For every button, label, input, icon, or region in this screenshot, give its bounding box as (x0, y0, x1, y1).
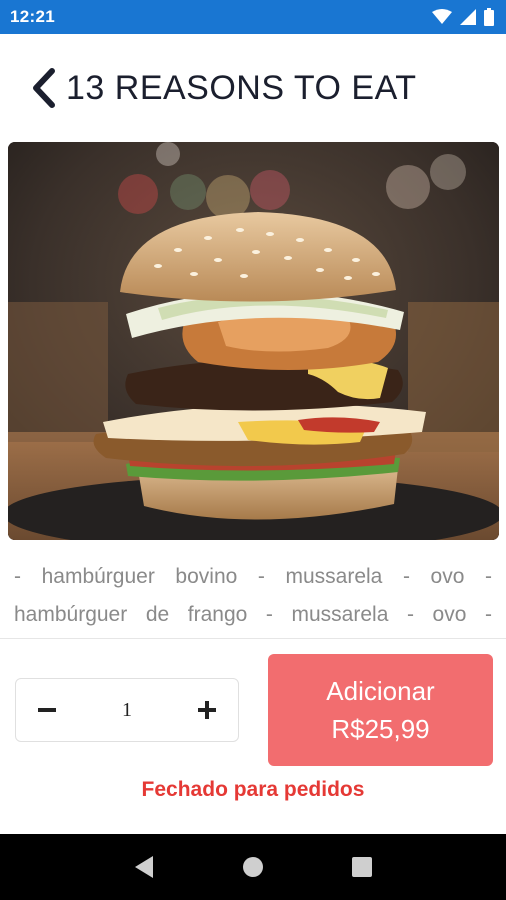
back-triangle-icon (135, 856, 154, 878)
plus-icon (198, 701, 216, 719)
recents-square-icon (351, 857, 372, 877)
add-to-cart-button[interactable]: Adicionar R$25,99 (268, 654, 493, 766)
chevron-left-icon (33, 68, 55, 108)
decrement-button[interactable] (32, 695, 62, 725)
add-button-price: R$25,99 (331, 714, 430, 744)
ingredients-text: - hambúrguer bovino - mussarela - ovo - … (14, 558, 492, 634)
wifi-icon (432, 9, 452, 25)
home-circle-icon (242, 857, 263, 877)
nav-home-button[interactable] (233, 847, 273, 887)
navigation-bar (0, 834, 506, 900)
ingredients-line-1: - hambúrguer bovino - mussarela - ovo - (14, 565, 492, 588)
page-title: 13 REASONS TO EAT (66, 68, 417, 107)
quantity-value: 1 (122, 698, 132, 721)
nav-recents-button[interactable] (342, 847, 382, 887)
signal-icon (460, 9, 476, 25)
nav-back-button[interactable] (124, 847, 164, 887)
closed-notice: Fechado para pedidos (141, 778, 365, 801)
status-icons (432, 8, 494, 26)
divider (0, 638, 506, 639)
battery-icon (484, 8, 494, 26)
header: 13 REASONS TO EAT (0, 34, 506, 142)
add-button-label: Adicionar (326, 676, 435, 706)
ingredients-line-2: hambúrguer de frango - mussarela - ovo - (14, 603, 492, 626)
quantity-stepper: 1 (15, 678, 239, 742)
minus-icon (38, 708, 56, 712)
back-button[interactable] (14, 58, 72, 118)
product-image (8, 142, 499, 540)
increment-button[interactable] (192, 695, 222, 725)
status-bar: 12:21 (0, 0, 506, 34)
status-time: 12:21 (10, 7, 55, 26)
burger-photo (8, 142, 499, 540)
